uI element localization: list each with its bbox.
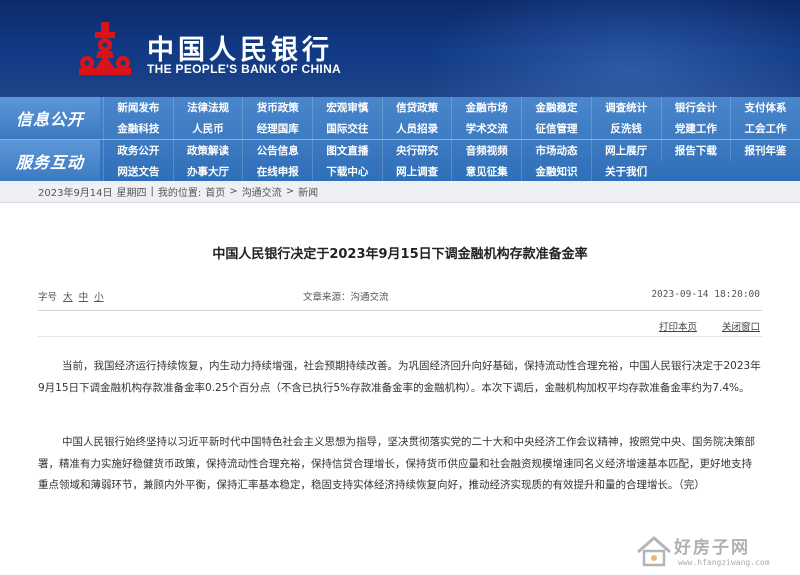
article-title: 中国人民银行决定于2023年9月15日下调金融机构存款准备金率 xyxy=(212,247,588,262)
breadcrumb-section-link[interactable]: 沟通交流 xyxy=(242,184,282,199)
watermark-text: 好房子网 xyxy=(674,538,750,558)
article-paragraph-1: 当前，我国经济运行持续恢复，内生动力持续增强，社会预期持续改善。为巩固经济回升向… xyxy=(38,360,761,394)
close-window-link[interactable]: 关闭窗口 xyxy=(722,322,760,333)
house-icon xyxy=(637,536,671,567)
nav-item[interactable]: 宏观审慎 xyxy=(312,97,382,118)
nav-section-title-info: 信息公开 xyxy=(0,97,100,139)
nav-item[interactable]: 信贷政策 xyxy=(381,97,452,118)
article: 中国人民银行决定于2023年9月15日下调金融机构存款准备金率 字号 大 中 小… xyxy=(0,203,800,575)
article-datetime: 2023-09-14 18:20:00 xyxy=(651,289,760,300)
breadcrumb-current-link[interactable]: 新闻 xyxy=(298,184,318,199)
current-date: 2023年9月14日 xyxy=(38,188,113,199)
breadcrumb: 2023年9月14日 星期四 | 我的位置: 首页 > 沟通交流 > 新闻 xyxy=(0,181,800,203)
nav-item[interactable]: 网送文告 xyxy=(103,161,173,182)
breadcrumb-arrow: > xyxy=(229,186,238,197)
breadcrumb-separator: | xyxy=(150,186,154,197)
meta-divider xyxy=(38,310,762,311)
font-size-control: 字号 大 中 小 xyxy=(38,289,104,303)
nav-item[interactable]: 图文直播 xyxy=(312,140,382,161)
article-paragraph-2: 中国人民银行始终坚持以习近平新时代中国特色社会主义思想为指导，坚决贯彻落实党的二… xyxy=(38,436,755,491)
breadcrumb-home-link[interactable]: 首页 xyxy=(205,184,225,199)
nav-item[interactable]: 支付体系 xyxy=(730,97,800,118)
nav-item[interactable]: 市场动态 xyxy=(521,140,591,161)
nav-item[interactable]: 报刊年鉴 xyxy=(730,140,800,161)
article-source: 文章来源：沟通交流 xyxy=(303,292,389,303)
print-page-link[interactable]: 打印本页 xyxy=(659,322,697,333)
nav-item[interactable]: 银行会计 xyxy=(660,97,731,118)
nav-item[interactable]: 办事大厅 xyxy=(172,161,243,182)
nav-section-info: 信息公开 新闻发布 法律法规 货币政策 宏观审慎 信贷政策 金融市场 金融稳定 … xyxy=(0,97,800,139)
nav-item[interactable]: 工会工作 xyxy=(730,118,800,139)
nav-item[interactable]: 央行研究 xyxy=(381,140,452,161)
nav-section-service: 服务互动 政务公开 政策解读 公告信息 图文直播 央行研究 音频视频 市场动态 … xyxy=(0,139,800,182)
font-size-medium-link[interactable]: 中 xyxy=(79,292,89,303)
site-header: 中国人民银行 THE PEOPLE'S BANK OF CHINA xyxy=(0,0,800,97)
nav-item[interactable]: 新闻发布 xyxy=(103,97,173,118)
nav-item[interactable]: 学术交流 xyxy=(451,118,521,139)
location-label: 我的位置: xyxy=(157,188,202,199)
nav-item[interactable]: 征信管理 xyxy=(521,118,591,139)
current-weekday: 星期四 xyxy=(116,188,147,199)
watermark-url: www.hfangziwang.com xyxy=(678,558,770,567)
watermark: 好房子网 www.hfangziwang.com xyxy=(630,528,800,575)
nav-item[interactable]: 人员招录 xyxy=(381,118,452,139)
nav-item[interactable]: 报告下载 xyxy=(660,140,731,161)
nav-item[interactable]: 金融市场 xyxy=(451,97,521,118)
nav-item[interactable]: 经理国库 xyxy=(242,118,312,139)
article-tools: 打印本页 关闭窗口 xyxy=(637,319,760,333)
nav-item[interactable]: 国际交往 xyxy=(312,118,382,139)
nav-item[interactable]: 意见征集 xyxy=(451,161,521,182)
article-meta: 字号 大 中 小 文章来源：沟通交流 2023-09-14 18:20:00 xyxy=(38,289,760,305)
tools-divider xyxy=(38,336,762,337)
bank-name-en: THE PEOPLE'S BANK OF CHINA xyxy=(147,62,341,76)
nav-item[interactable]: 金融科技 xyxy=(103,118,173,139)
breadcrumb-arrow: > xyxy=(285,186,295,197)
nav-item[interactable]: 反洗钱 xyxy=(590,118,661,139)
nav-grid-service: 政务公开 政策解读 公告信息 图文直播 央行研究 音频视频 市场动态 网上展厅 … xyxy=(103,140,800,182)
nav-item[interactable]: 政务公开 xyxy=(103,140,173,161)
nav-item[interactable]: 网上展厅 xyxy=(590,140,661,161)
nav-item[interactable]: 人民币 xyxy=(172,118,243,139)
font-size-small-link[interactable]: 小 xyxy=(94,292,104,303)
nav-item[interactable]: 调查统计 xyxy=(590,97,661,118)
nav-item[interactable]: 网上调查 xyxy=(381,161,452,182)
nav-item[interactable]: 金融稳定 xyxy=(521,97,591,118)
pboc-logo-icon[interactable] xyxy=(74,18,136,78)
nav-item[interactable]: 货币政策 xyxy=(242,97,312,118)
nav-item[interactable]: 法律法规 xyxy=(172,97,243,118)
nav-item[interactable]: 党建工作 xyxy=(660,118,731,139)
font-size-large-link[interactable]: 大 xyxy=(63,292,73,303)
nav-section-title-service: 服务互动 xyxy=(0,140,100,182)
nav-item[interactable]: 金融知识 xyxy=(521,161,591,182)
nav-item[interactable]: 关于我们 xyxy=(590,161,661,182)
nav-grid-info: 新闻发布 法律法规 货币政策 宏观审慎 信贷政策 金融市场 金融稳定 调查统计 … xyxy=(103,97,800,139)
font-size-label: 字号 xyxy=(38,292,58,303)
nav-item[interactable]: 公告信息 xyxy=(242,140,312,161)
main-nav: 信息公开 新闻发布 法律法规 货币政策 宏观审慎 信贷政策 金融市场 金融稳定 … xyxy=(0,97,800,182)
nav-item[interactable]: 音频视频 xyxy=(451,140,521,161)
nav-item[interactable]: 在线申报 xyxy=(242,161,312,182)
nav-item[interactable]: 政策解读 xyxy=(172,140,243,161)
nav-item[interactable]: 下载中心 xyxy=(312,161,382,182)
